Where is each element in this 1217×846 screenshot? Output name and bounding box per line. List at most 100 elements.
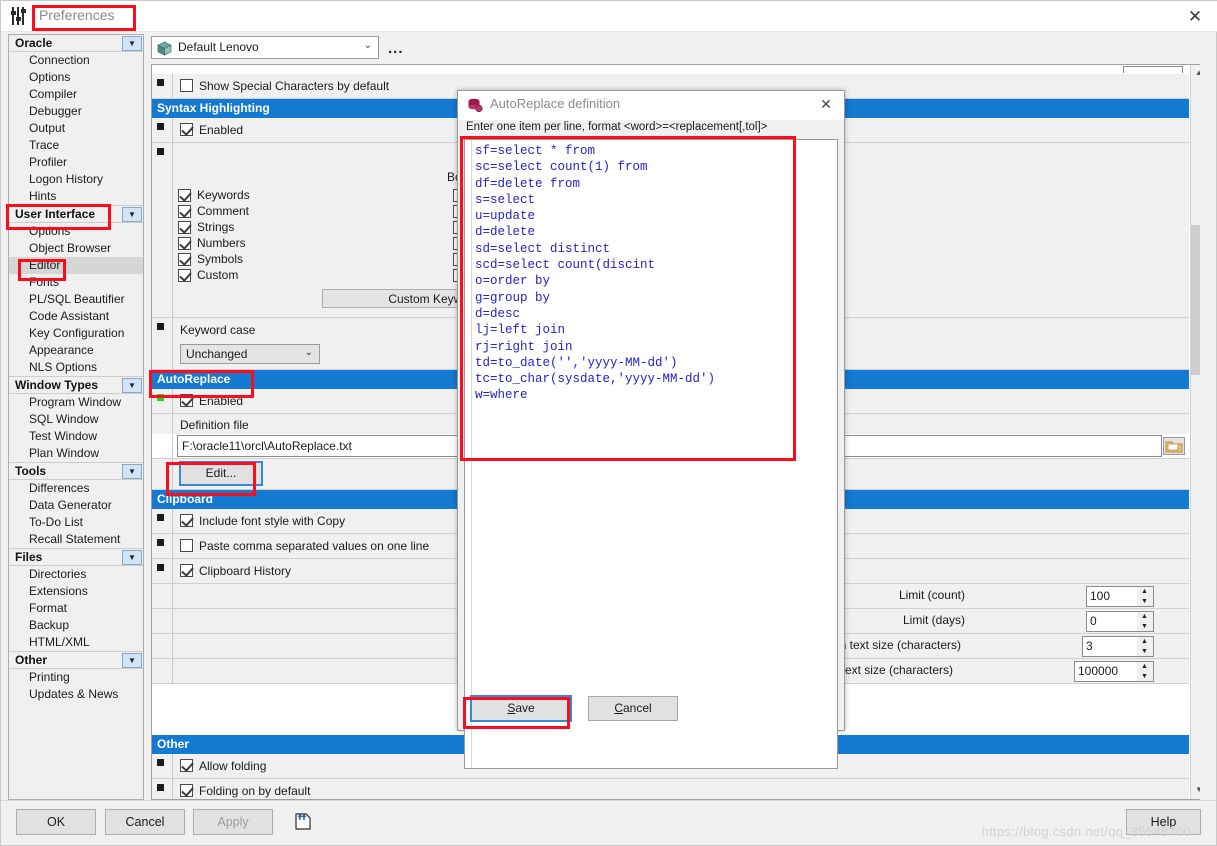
sidebar-item-plan-window[interactable]: Plan Window [9,445,143,462]
autoreplace-content[interactable]: sf=select * from sc=select count(1) from… [475,143,833,404]
ok-button[interactable]: OK [16,809,96,835]
sidebar-item-debugger[interactable]: Debugger [9,103,143,120]
pane-scrollbar[interactable] [1200,34,1216,800]
close-icon[interactable]: ✕ [1184,7,1206,27]
sidebar-item-backup[interactable]: Backup [9,617,143,634]
profile-value: Default Lenovo [178,40,259,54]
sidebar-item-key-configuration[interactable]: Key Configuration [9,325,143,342]
sidebar-group-user-interface[interactable]: User Interface ▼ [9,205,143,223]
autoreplace-textarea[interactable]: sf=select * from sc=select count(1) from… [464,139,838,769]
sidebar-group-tools[interactable]: Tools ▼ [9,462,143,480]
sidebar-item-sql-window[interactable]: SQL Window [9,411,143,428]
keyword-case-value: Unchanged [186,347,248,361]
sidebar-item-plsql-beautifier[interactable]: PL/SQL Beautifier [9,291,143,308]
checkbox-strings[interactable] [178,221,191,234]
sidebar-item-hints[interactable]: Hints [9,188,143,205]
sidebar-item-format[interactable]: Format [9,600,143,617]
checkbox-include-font-style[interactable] [180,514,193,527]
chevron-down-icon[interactable]: ▼ [122,36,142,51]
spinner-up-icon[interactable]: ▲ [1137,612,1152,621]
sidebar-item-output[interactable]: Output [9,120,143,137]
sidebar-item-options[interactable]: Options [9,69,143,86]
sidebar-group-oracle[interactable]: Oracle ▼ [9,35,143,52]
cancel-button[interactable]: Cancel [588,696,678,721]
sidebar-group-files[interactable]: Files ▼ [9,548,143,566]
checkbox-syntax-enabled[interactable] [180,123,193,136]
checkbox-comment[interactable] [178,205,191,218]
spinner-limit-days[interactable]: ▲ ▼ [1137,611,1154,632]
spinner-up-icon[interactable]: ▲ [1137,587,1152,596]
close-icon[interactable]: ✕ [816,95,836,113]
checkbox-allow-folding[interactable] [180,759,193,772]
sidebar-item-object-browser[interactable]: Object Browser [9,240,143,257]
cancel-button-label-first: C [614,701,623,715]
sidebar-item-extensions[interactable]: Extensions [9,583,143,600]
sidebar-item-recall-statement[interactable]: Recall Statement [9,531,143,548]
sidebar-item-trace[interactable]: Trace [9,137,143,154]
sidebar-item-fonts[interactable]: Fonts [9,274,143,291]
checkbox-show-special-characters[interactable] [180,79,193,92]
cancel-button-main[interactable]: Cancel [105,809,185,835]
spinner-down-icon[interactable]: ▼ [1137,622,1152,631]
checkbox-folding-on-by-default[interactable] [180,784,193,797]
row-divider [172,659,173,683]
sidebar-item-test-window[interactable]: Test Window [9,428,143,445]
settings-category-tree[interactable]: Oracle ▼ Connection Options Compiler Deb… [8,34,144,800]
profile-combobox[interactable]: Default Lenovo ⌄ [151,36,379,59]
folder-icon[interactable] [1163,437,1185,455]
export-settings-icon[interactable] [293,811,313,831]
sidebar-item-code-assistant[interactable]: Code Assistant [9,308,143,325]
chevron-down-icon[interactable]: ▼ [122,464,142,479]
spinner-down-icon[interactable]: ▼ [1137,647,1152,656]
row-folding-on-by-default[interactable]: Folding on by default [152,779,1189,799]
sidebar-item-updates-news[interactable]: Updates & News [9,686,143,703]
row-divider [172,318,173,369]
checkbox-paste-comma-one-line[interactable] [180,539,193,552]
spinner-down-icon[interactable]: ▼ [1137,672,1152,681]
chevron-down-icon[interactable]: ⌄ [305,347,313,358]
spinner-up-icon[interactable]: ▲ [1137,662,1152,671]
save-button[interactable]: Save [470,695,572,722]
chevron-down-icon[interactable]: ▼ [122,378,142,393]
checkbox-numbers[interactable] [178,237,191,250]
sidebar-group-other[interactable]: Other ▼ [9,651,143,669]
spinner-limit-count[interactable]: ▲ ▼ [1137,586,1154,607]
checkbox-keywords[interactable] [178,189,191,202]
spinner-min-text-size[interactable]: ▲ ▼ [1137,636,1154,657]
sidebar-item-differences[interactable]: Differences [9,480,143,497]
checkbox-clipboard-history[interactable] [180,564,193,577]
checkbox-custom[interactable] [178,269,191,282]
row-marker [157,123,164,130]
chevron-down-icon[interactable]: ▼ [122,653,142,668]
chevron-down-icon[interactable]: ⌄ [364,40,372,51]
sidebar-item-compiler[interactable]: Compiler [9,86,143,103]
sidebar-item-appearance[interactable]: Appearance [9,342,143,359]
sidebar-item-connection[interactable]: Connection [9,52,143,69]
chevron-down-icon[interactable]: ▼ [122,550,142,565]
sidebar-item-printing[interactable]: Printing [9,669,143,686]
chevron-down-icon[interactable]: ▼ [122,207,142,222]
textarea-gutter [465,140,472,768]
spinner-down-icon[interactable]: ▼ [1137,597,1152,606]
spinner-max-text-size[interactable]: ▲ ▼ [1137,661,1154,682]
edit-autoreplace-button[interactable]: Edit... [179,461,263,486]
sidebar-item-editor[interactable]: Editor [9,257,143,274]
spinner-up-icon[interactable]: ▲ [1137,637,1152,646]
checkbox-autoreplace-enabled[interactable] [180,394,193,407]
checkbox-symbols[interactable] [178,253,191,266]
sidebar-item-program-window[interactable]: Program Window [9,394,143,411]
sidebar-item-directories[interactable]: Directories [9,566,143,583]
sidebar-group-window-types[interactable]: Window Types ▼ [9,376,143,394]
sidebar-item-todo-list[interactable]: To-Do List [9,514,143,531]
profile-more-button[interactable]: ... [388,40,404,57]
sidebar-item-logon-history[interactable]: Logon History [9,171,143,188]
sidebar-item-profiler[interactable]: Profiler [9,154,143,171]
sidebar-item-html-xml[interactable]: HTML/XML [9,634,143,651]
sidebar-group-label: User Interface [15,207,96,221]
sidebar-item-nls-options[interactable]: NLS Options [9,359,143,376]
sidebar-item-data-generator[interactable]: Data Generator [9,497,143,514]
sidebar-item-ui-options[interactable]: Options [9,223,143,240]
label-keywords: Keywords [197,188,250,202]
keyword-case-combobox[interactable]: Unchanged ⌄ [180,344,320,364]
row-divider [172,74,173,98]
